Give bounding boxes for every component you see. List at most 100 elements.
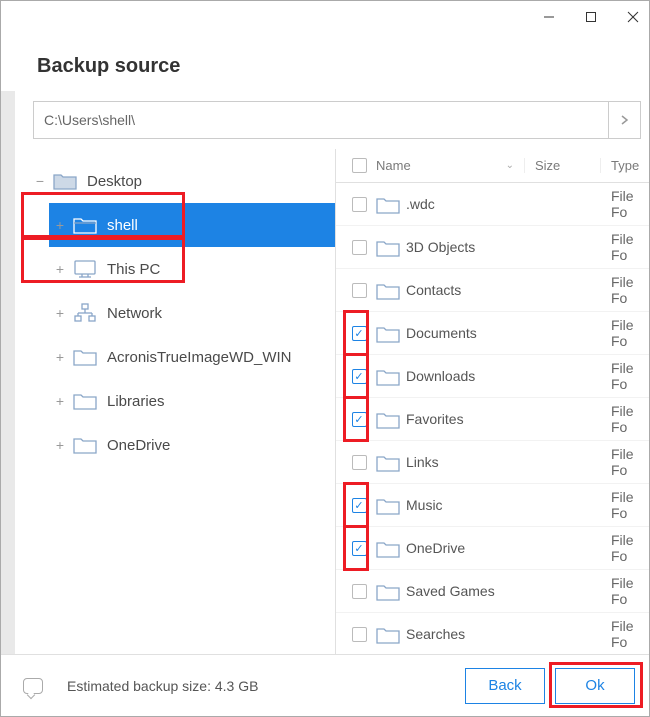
file-type: File Fo: [601, 446, 649, 478]
file-checkbox[interactable]: [352, 541, 367, 556]
expand-toggle[interactable]: +: [53, 305, 67, 321]
minimize-button[interactable]: [541, 9, 557, 25]
file-row[interactable]: Downloads File Fo: [336, 355, 649, 398]
tree-label: Libraries: [107, 393, 165, 410]
file-name: 3D Objects: [406, 239, 475, 255]
expand-toggle[interactable]: +: [53, 437, 67, 453]
sort-icon: ⌄: [506, 160, 514, 171]
expand-toggle[interactable]: −: [33, 173, 47, 189]
file-row[interactable]: Links File Fo: [336, 441, 649, 484]
file-name: Contacts: [406, 282, 461, 298]
tree-item-shell[interactable]: +shell: [49, 203, 335, 247]
file-row[interactable]: Searches File Fo: [336, 613, 649, 654]
file-type: File Fo: [601, 274, 649, 306]
expand-toggle[interactable]: +: [53, 393, 67, 409]
folder-icon: [376, 195, 398, 213]
tree-label: OneDrive: [107, 437, 170, 454]
file-list[interactable]: Name ⌄ Size Type .wdc File Fo 3D Objects Fi…: [335, 149, 649, 654]
tree-item-onedrive[interactable]: + OneDrive: [49, 423, 335, 467]
folder-icon: [376, 539, 398, 557]
folder-icon: [376, 324, 398, 342]
tree-item-this-pc[interactable]: + This PC: [49, 247, 335, 291]
close-button[interactable]: [625, 9, 641, 25]
file-row[interactable]: Saved Games File Fo: [336, 570, 649, 613]
file-name: Music: [406, 497, 443, 513]
folder-outline-icon: [73, 214, 101, 236]
file-name: Favorites: [406, 411, 464, 427]
file-list-header[interactable]: Name ⌄ Size Type: [336, 149, 649, 183]
expand-toggle[interactable]: +: [53, 261, 67, 277]
file-row[interactable]: 3D Objects File Fo: [336, 226, 649, 269]
file-checkbox[interactable]: [352, 326, 367, 341]
file-name: Downloads: [406, 368, 475, 384]
file-type: File Fo: [601, 231, 649, 263]
folder-icon: [376, 281, 398, 299]
folder-icon: [376, 496, 398, 514]
column-name[interactable]: Name ⌄: [376, 158, 525, 173]
file-checkbox[interactable]: [352, 627, 367, 642]
tree-item-desktop[interactable]: − Desktop: [29, 159, 335, 203]
file-type: File Fo: [601, 317, 649, 349]
file-row[interactable]: Contacts File Fo: [336, 269, 649, 312]
folder-icon: [376, 410, 398, 428]
maximize-button[interactable]: [583, 9, 599, 25]
comment-icon[interactable]: [23, 678, 43, 694]
folder-tree[interactable]: − Desktop +shell+This PC+Network+Acronis…: [15, 149, 335, 654]
path-bar[interactable]: [33, 101, 641, 139]
folder-icon: [376, 582, 398, 600]
file-checkbox[interactable]: [352, 240, 367, 255]
folder-icon: [53, 170, 81, 192]
file-checkbox[interactable]: [352, 455, 367, 470]
column-type[interactable]: Type: [601, 158, 649, 173]
file-name: Documents: [406, 325, 477, 341]
file-name: .wdc: [406, 196, 435, 212]
file-row[interactable]: .wdc File Fo: [336, 183, 649, 226]
tree-item-acronistrueimagewd_win[interactable]: +AcronisTrueImageWD_WIN: [49, 335, 335, 379]
tree-item-network[interactable]: + Network: [49, 291, 335, 335]
file-checkbox[interactable]: [352, 197, 367, 212]
select-all-checkbox[interactable]: [352, 158, 367, 173]
file-type: File Fo: [601, 188, 649, 220]
estimate-label: Estimated backup size: 4.3 GB: [67, 678, 258, 694]
file-name: OneDrive: [406, 540, 465, 556]
folder-icon: [376, 625, 398, 643]
file-type: File Fo: [601, 532, 649, 564]
folder-icon: [376, 238, 398, 256]
left-stripe: [1, 91, 15, 654]
page-title: Backup source: [37, 55, 649, 78]
column-name-label: Name: [376, 158, 411, 173]
file-type: File Fo: [601, 489, 649, 521]
file-name: Saved Games: [406, 583, 495, 599]
ok-button[interactable]: Ok: [555, 668, 635, 704]
column-size[interactable]: Size: [525, 158, 601, 173]
file-row[interactable]: OneDrive File Fo: [336, 527, 649, 570]
file-name: Searches: [406, 626, 465, 642]
file-checkbox[interactable]: [352, 283, 367, 298]
monitor-icon: [73, 258, 101, 280]
folder-icon: [73, 346, 101, 368]
expand-toggle[interactable]: +: [53, 349, 67, 365]
file-checkbox[interactable]: [352, 412, 367, 427]
tree-label: Desktop: [87, 173, 142, 190]
file-row[interactable]: Documents File Fo: [336, 312, 649, 355]
file-checkbox[interactable]: [352, 369, 367, 384]
tree-label: This PC: [107, 261, 160, 278]
folder-icon: [376, 367, 398, 385]
file-name: Links: [406, 454, 439, 470]
file-type: File Fo: [601, 360, 649, 392]
path-input[interactable]: [34, 112, 608, 128]
tree-item-libraries[interactable]: + Libraries: [49, 379, 335, 423]
path-go-button[interactable]: [608, 102, 640, 138]
back-button[interactable]: Back: [465, 668, 545, 704]
file-type: File Fo: [601, 403, 649, 435]
file-row[interactable]: Music File Fo: [336, 484, 649, 527]
file-row[interactable]: Favorites File Fo: [336, 398, 649, 441]
expand-toggle[interactable]: +: [53, 217, 67, 233]
tree-label: Network: [107, 305, 162, 322]
file-checkbox[interactable]: [352, 584, 367, 599]
file-type: File Fo: [601, 618, 649, 650]
window-controls: [1, 1, 649, 29]
folder-icon: [376, 453, 398, 471]
file-type: File Fo: [601, 575, 649, 607]
file-checkbox[interactable]: [352, 498, 367, 513]
